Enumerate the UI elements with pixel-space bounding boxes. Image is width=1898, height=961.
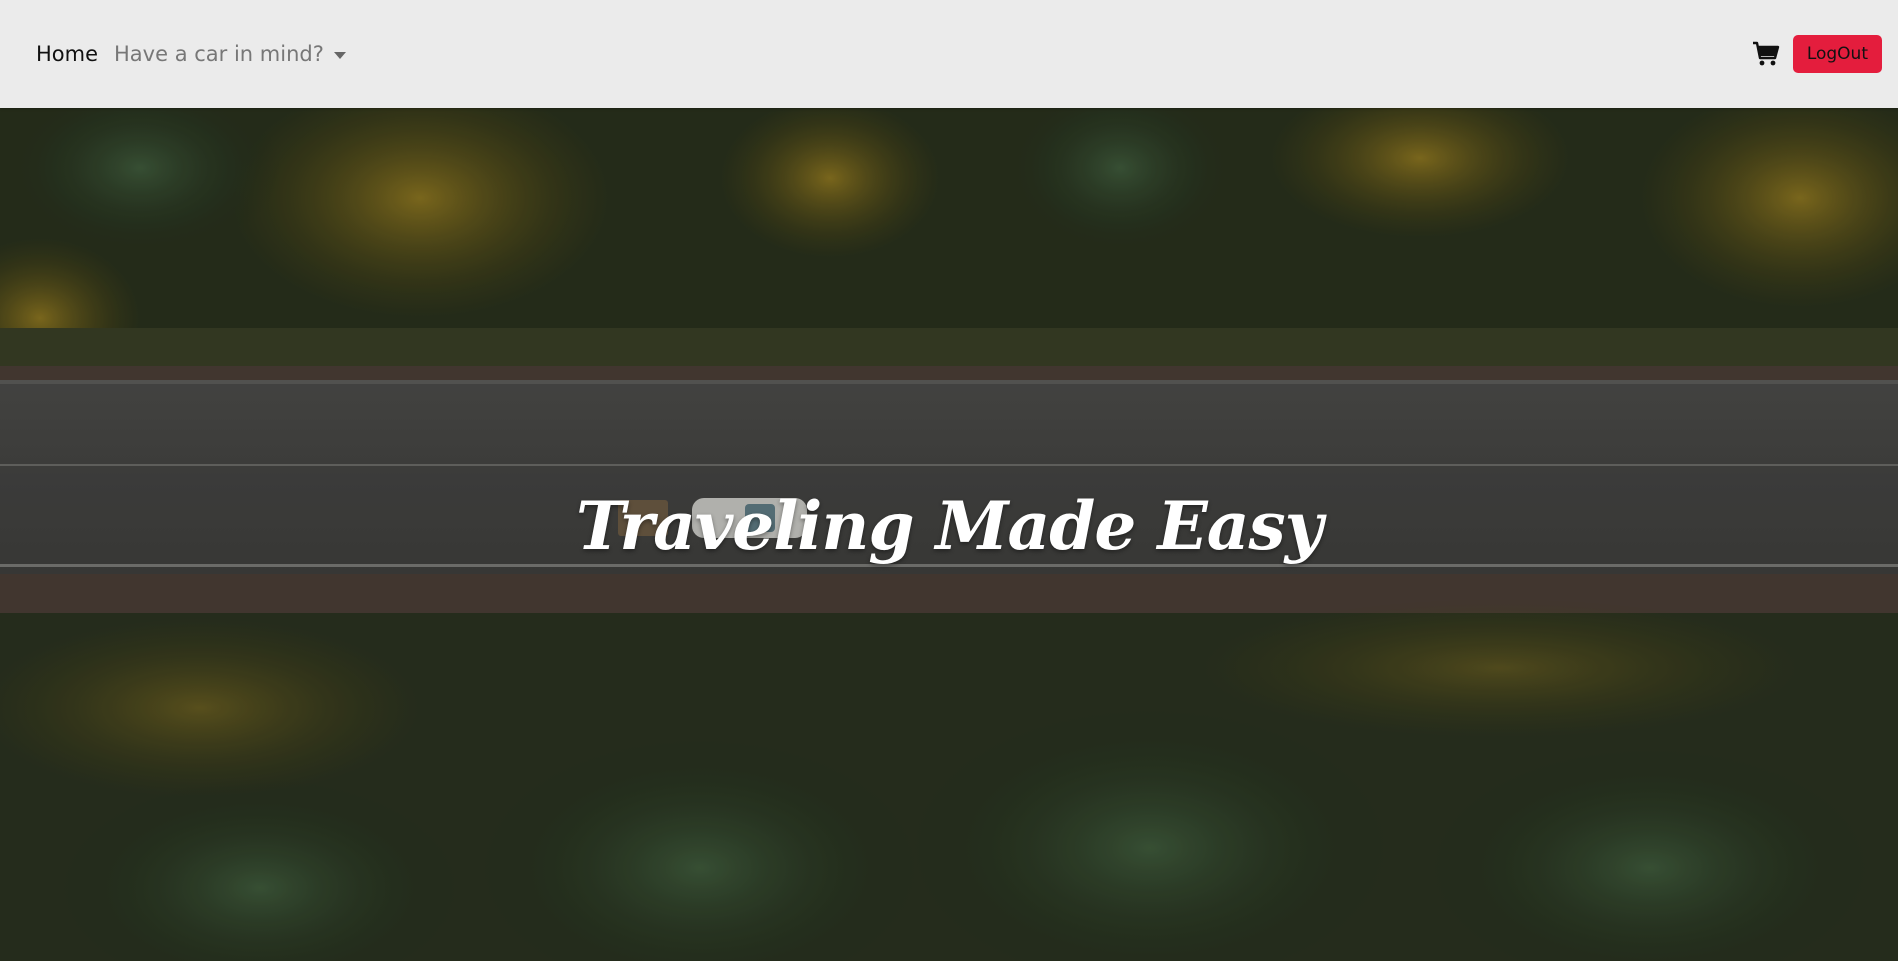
hero-section: Traveling Made Easy	[0, 108, 1898, 961]
nav-home-link[interactable]: Home	[36, 42, 98, 66]
car-dropdown[interactable]: Have a car in mind?	[114, 42, 346, 66]
caret-down-icon	[333, 51, 346, 59]
navbar: Home Have a car in mind? LogOut	[0, 0, 1898, 108]
shopping-cart-icon	[1752, 41, 1780, 66]
hero-title: Traveling Made Easy	[576, 487, 1323, 566]
nav-left: Home Have a car in mind?	[36, 42, 346, 66]
logout-button[interactable]: LogOut	[1792, 35, 1882, 73]
cart-button[interactable]	[1751, 39, 1781, 69]
nav-right: LogOut	[1751, 35, 1882, 73]
car-dropdown-label: Have a car in mind?	[114, 42, 324, 66]
